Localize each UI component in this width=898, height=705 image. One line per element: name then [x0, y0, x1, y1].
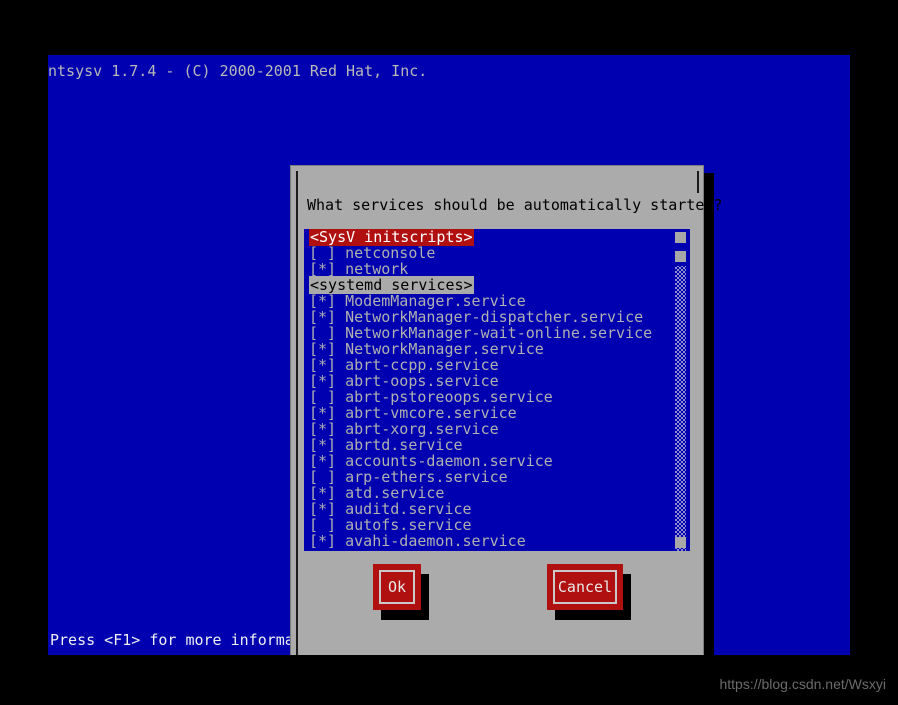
list-item[interactable]: [ ] autofs.service [304, 517, 672, 533]
dialog-question-text: What services should be automatically st… [307, 196, 723, 214]
list-scrollbar[interactable] [675, 229, 686, 551]
terminal-background: ntsysv 1.7.4 - (C) 2000-2001 Red Hat, In… [48, 55, 850, 655]
screen: ntsysv 1.7.4 - (C) 2000-2001 Red Hat, In… [0, 0, 898, 705]
list-item[interactable]: [ ] arp-ethers.service [304, 469, 672, 485]
list-item[interactable]: [*] abrt-oops.service [304, 373, 672, 389]
list-item[interactable]: [*] ModemManager.service [304, 293, 672, 309]
list-item[interactable]: [*] abrtd.service [304, 437, 672, 453]
scrollbar-thumb-second[interactable] [675, 251, 686, 262]
list-item[interactable]: [*] network [304, 261, 672, 277]
ok-button[interactable]: Ok [373, 564, 421, 610]
list-item[interactable]: [*] NetworkManager-dispatcher.service [304, 309, 672, 325]
list-item[interactable]: [ ] netconsole [304, 245, 672, 261]
ok-button-wrapper: Ok [373, 564, 429, 620]
list-item[interactable]: [*] atd.service [304, 485, 672, 501]
list-item[interactable]: [*] abrt-vmcore.service [304, 405, 672, 421]
services-dialog: What services should be automatically st… [290, 165, 722, 655]
cancel-button[interactable]: Cancel [547, 564, 623, 610]
services-list[interactable]: <SysV initscripts>[ ] netconsole [*] netw… [304, 229, 672, 549]
service-name-label: avahi-daemon.service [345, 532, 526, 550]
dialog-bevel-top-right [697, 171, 699, 193]
list-item[interactable]: [*] abrt-xorg.service [304, 421, 672, 437]
list-item[interactable]: [*] abrt-ccpp.service [304, 357, 672, 373]
list-item[interactable]: [*] avahi-daemon.service [304, 533, 672, 549]
list-item[interactable]: [ ] abrt-pstoreoops.service [304, 389, 672, 405]
list-item[interactable]: [*] auditd.service [304, 501, 672, 517]
scrollbar-track[interactable] [675, 229, 686, 551]
cancel-button-wrapper: Cancel [547, 564, 631, 620]
services-listbox[interactable]: <SysV initscripts>[ ] netconsole [*] netw… [304, 229, 690, 551]
list-item[interactable]: [*] accounts-daemon.service [304, 453, 672, 469]
cancel-button-label: Cancel [553, 570, 617, 604]
list-group-header[interactable]: <systemd services> [304, 276, 672, 294]
scrollbar-thumb-bottom[interactable] [675, 537, 686, 548]
list-item[interactable]: [*] NetworkManager.service [304, 341, 672, 357]
watermark-text: https://blog.csdn.net/Wsxyi [719, 676, 886, 692]
checkbox-icon[interactable]: [*] [309, 532, 336, 550]
ok-button-label: Ok [379, 570, 415, 604]
program-title-line: ntsysv 1.7.4 - (C) 2000-2001 Red Hat, In… [48, 62, 428, 80]
list-item[interactable]: [ ] NetworkManager-wait-online.service [304, 325, 672, 341]
scrollbar-thumb-top[interactable] [675, 232, 686, 243]
dialog-button-row: Ok Cancel [291, 564, 705, 634]
list-group-header[interactable]: <SysV initscripts> [304, 229, 672, 246]
